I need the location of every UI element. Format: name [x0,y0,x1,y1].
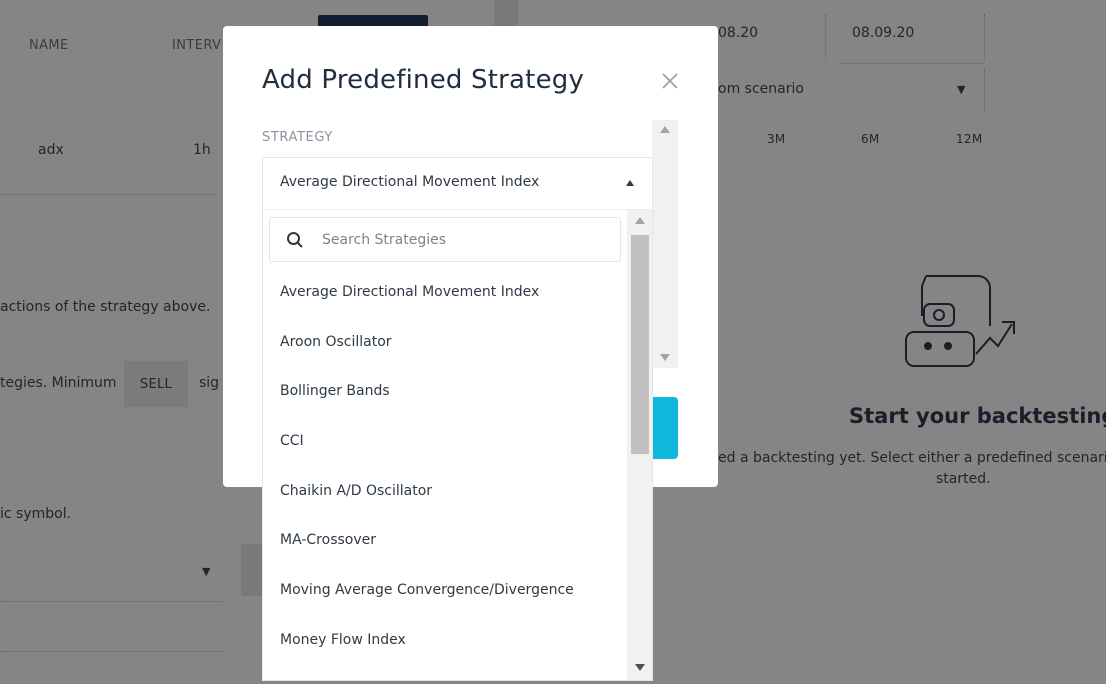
strategy-select[interactable]: Average Directional Movement Index [262,157,653,209]
submit-button[interactable] [652,397,678,459]
dropdown-scrollbar[interactable] [627,210,652,680]
scroll-down-arrow-icon[interactable] [660,354,670,361]
list-item[interactable]: MA-Crossover [263,515,627,565]
caret-up-icon[interactable] [626,180,634,186]
search-icon [287,232,303,248]
strategy-dropdown: Average Directional Movement Index Aroon… [262,209,653,681]
search-box[interactable] [269,217,621,262]
list-item[interactable]: Moving Average Convergence/Divergence [263,565,627,615]
list-item[interactable]: Bollinger Bands [263,366,627,416]
dropdown-scroll-up-icon[interactable] [635,217,645,224]
search-input[interactable] [322,230,612,250]
list-item[interactable]: Average Directional Movement Index [263,267,627,317]
modal-title: Add Predefined Strategy [262,65,585,95]
list-item[interactable]: Aroon Oscillator [263,317,627,367]
strategy-list: Average Directional Movement Index Aroon… [263,267,627,665]
strategy-label: STRATEGY [262,130,333,145]
dropdown-scroll-thumb[interactable] [631,235,649,454]
scroll-up-arrow-icon[interactable] [660,126,670,133]
modal-scrollbar[interactable] [652,120,678,368]
close-icon[interactable] [659,70,681,92]
selected-strategy: Average Directional Movement Index [280,174,540,190]
list-item[interactable]: CCI [263,416,627,466]
dropdown-scroll-down-icon[interactable] [635,664,645,671]
list-item[interactable]: Money Flow Index [263,615,627,665]
list-item[interactable]: Chaikin A/D Oscillator [263,466,627,516]
